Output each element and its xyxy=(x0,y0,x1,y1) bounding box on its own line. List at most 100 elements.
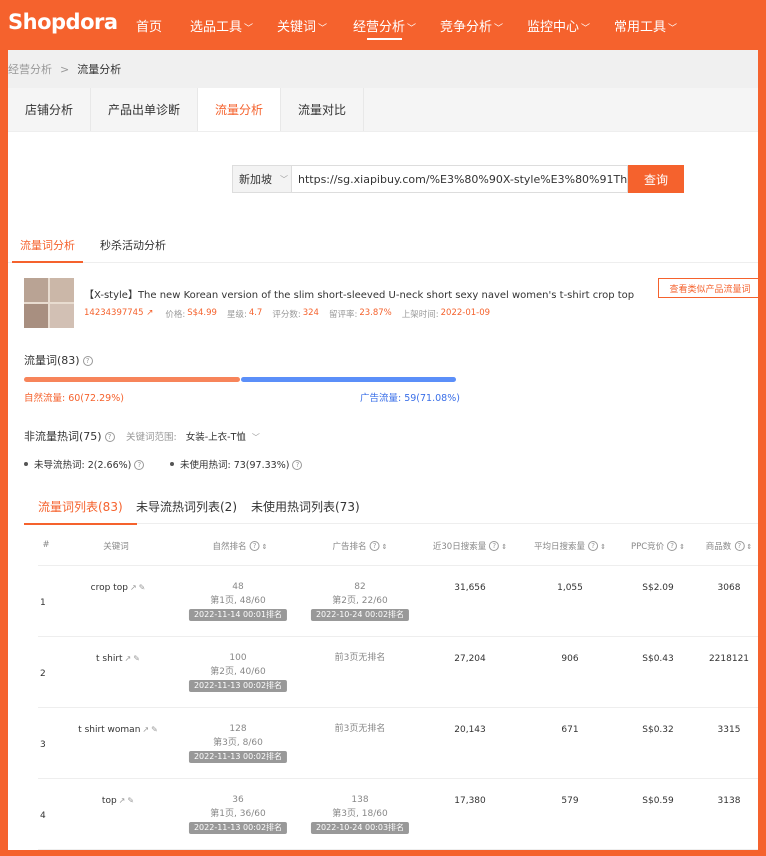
col-ppc[interactable]: PPC竞价? ⇕ xyxy=(631,540,685,552)
help-icon[interactable]: ? xyxy=(104,432,115,442)
not-driving-text: 未导流热词: 2(2.66%) xyxy=(34,460,132,471)
search-row: 新加坡 ﹀ 查询 xyxy=(232,165,684,193)
tab-traffic-analysis[interactable]: 流量分析 xyxy=(198,88,282,131)
help-icon[interactable]: ? xyxy=(134,460,145,470)
bullet-icon xyxy=(24,462,28,466)
chevron-down-icon: ﹀ xyxy=(251,433,260,442)
help-icon[interactable]: ? xyxy=(292,460,303,470)
row-index: 1 xyxy=(40,598,46,608)
tab-shop-analysis[interactable]: 店铺分析 xyxy=(8,88,92,131)
nav-home[interactable]: 首页 xyxy=(136,16,162,35)
help-icon[interactable]: ? xyxy=(734,541,745,551)
sort-icon[interactable]: ⇕ xyxy=(679,543,685,551)
sort-icon[interactable]: ⇕ xyxy=(382,543,388,551)
col-search-avg[interactable]: 平均日搜索量? ⇕ xyxy=(534,540,606,552)
sort-icon[interactable]: ⇕ xyxy=(262,543,268,551)
logo[interactable]: Shopdora xyxy=(8,10,118,34)
edit-icon[interactable]: ✎ xyxy=(133,654,140,663)
nav-product-selection[interactable]: 选品工具 ﹀ xyxy=(190,16,253,35)
url-input[interactable] xyxy=(292,165,628,193)
meta-key: 上架时间: xyxy=(401,310,439,320)
ppc-cell: S$0.59 xyxy=(642,796,674,806)
natural-rank-cell: 128 第3页, 8/60 2022-11-13 00:02排名 xyxy=(188,722,288,764)
external-link-icon[interactable]: ↗ xyxy=(125,654,132,663)
tab-keyword-analysis[interactable]: 流量词分析 xyxy=(12,237,83,263)
help-icon[interactable]: ? xyxy=(489,541,500,551)
col-search-30d[interactable]: 近30日搜索量? ⇕ xyxy=(433,540,507,552)
col-label: 平均日搜索量 xyxy=(534,542,586,552)
products-cell: 3138 xyxy=(717,796,741,806)
chevron-down-icon: ﹀ xyxy=(318,24,328,34)
ad-rank-cell: 82 第2页, 22/60 2022-10-24 00:02排名 xyxy=(310,580,410,622)
product-id-link[interactable]: 14234397745 ↗ xyxy=(84,308,153,320)
keyword-scope-select[interactable]: 女装-上衣-T恤 ﹀ xyxy=(186,432,260,443)
keyword-scope-label: 关键词范围: xyxy=(126,432,177,443)
sort-icon[interactable]: ⇕ xyxy=(746,543,752,551)
traffic-words-label: 流量词(83) xyxy=(24,354,80,367)
rank-time-badge: 2022-11-13 00:02排名 xyxy=(188,751,288,763)
edit-icon[interactable]: ✎ xyxy=(127,796,134,805)
logo-text: Shopdora xyxy=(8,10,118,34)
nav-label: 选品工具 xyxy=(190,20,243,35)
help-icon[interactable]: ? xyxy=(369,541,380,551)
nav-label: 关键词 xyxy=(277,20,317,35)
external-link-icon[interactable]: ↗ xyxy=(142,725,149,734)
unused-stat: 未使用热词: 73(97.33%)? xyxy=(170,457,303,471)
external-link-icon[interactable]: ↗ xyxy=(130,583,137,592)
help-icon[interactable]: ? xyxy=(82,356,93,366)
help-icon[interactable]: ? xyxy=(249,541,260,551)
nav-monitoring[interactable]: 监控中心 ﹀ xyxy=(527,16,590,35)
natural-rank-cell: 100 第2页, 40/60 2022-11-13 00:02排名 xyxy=(188,651,288,693)
chevron-down-icon: ﹀ xyxy=(581,24,591,34)
tab-not-driving-list[interactable]: 未导流热词列表(2) xyxy=(136,498,237,515)
rank-value: 82 xyxy=(354,582,366,592)
keyword-text: t shirt woman xyxy=(78,725,141,735)
keyword-text: top xyxy=(101,796,117,806)
search-avg-cell: 579 xyxy=(561,796,579,806)
nav-keywords[interactable]: 关键词 ﹀ xyxy=(277,16,327,35)
nav-competition-analysis[interactable]: 竞争分析 ﹀ xyxy=(440,16,503,35)
row-index: 3 xyxy=(40,740,46,750)
meta-listed-date: 2022-01-09 xyxy=(440,308,491,318)
search-avg-cell: 1,055 xyxy=(557,583,583,593)
col-products[interactable]: 商品数? ⇕ xyxy=(706,540,752,552)
sort-icon[interactable]: ⇕ xyxy=(501,543,507,551)
nav-tools[interactable]: 常用工具 ﹀ xyxy=(614,16,677,35)
tab-unused-list[interactable]: 未使用热词列表(73) xyxy=(251,498,360,515)
external-link-icon[interactable]: ↗ xyxy=(119,796,126,805)
edit-icon[interactable]: ✎ xyxy=(139,583,146,592)
rank-value: 36 xyxy=(232,795,244,805)
product-thumbnail[interactable] xyxy=(24,278,74,328)
no-rank-text: 前3页无排名 xyxy=(334,653,386,663)
product-id: 14234397745 xyxy=(84,308,144,318)
edit-icon[interactable]: ✎ xyxy=(151,725,158,734)
hot-words-title: 非流量热词(75)? xyxy=(24,428,115,444)
breadcrumb-parent[interactable]: 经营分析 xyxy=(8,61,52,77)
nav-business-analysis[interactable]: 经营分析 ﹀ xyxy=(353,16,417,40)
help-icon[interactable]: ? xyxy=(588,541,599,551)
products-cell: 3315 xyxy=(717,725,741,735)
tab-traffic-word-list[interactable]: 流量词列表(83) xyxy=(24,498,137,525)
tab-product-diagnosis[interactable]: 产品出单诊断 xyxy=(91,88,199,131)
meta-review-count: 324 xyxy=(302,308,319,318)
main-panel: 经营分析 > 流量分析 店铺分析 产品出单诊断 流量分析 流量对比 新加坡 ﹀ … xyxy=(8,50,758,850)
help-icon[interactable]: ? xyxy=(667,541,678,551)
region-select[interactable]: 新加坡 ﹀ xyxy=(232,165,292,193)
search-30d-cell: 27,204 xyxy=(454,654,486,664)
rank-position: 第1页, 36/60 xyxy=(210,809,266,819)
col-natural-rank[interactable]: 自然排名? ⇕ xyxy=(213,540,268,552)
sort-icon[interactable]: ⇕ xyxy=(600,543,606,551)
natural-traffic-label: 自然流量: 60(72.29%) xyxy=(24,393,124,404)
nav-label: 经营分析 xyxy=(353,20,406,35)
chevron-down-icon: ﹀ xyxy=(407,24,417,34)
tab-traffic-compare[interactable]: 流量对比 xyxy=(281,88,365,131)
col-label: 商品数 xyxy=(705,542,732,552)
nav-label: 竞争分析 xyxy=(440,20,493,35)
rank-position: 第2页, 22/60 xyxy=(332,596,388,606)
no-rank-text: 前3页无排名 xyxy=(334,724,386,734)
ad-traffic-label: 广告流量: 59(71.08%) xyxy=(360,393,460,404)
similar-products-button[interactable]: 查看类似产品流量词 xyxy=(658,278,758,298)
search-button[interactable]: 查询 xyxy=(628,165,684,193)
col-ad-rank[interactable]: 广告排名? ⇕ xyxy=(333,540,388,552)
tab-flash-sale-analysis[interactable]: 秒杀活动分析 xyxy=(100,237,166,253)
